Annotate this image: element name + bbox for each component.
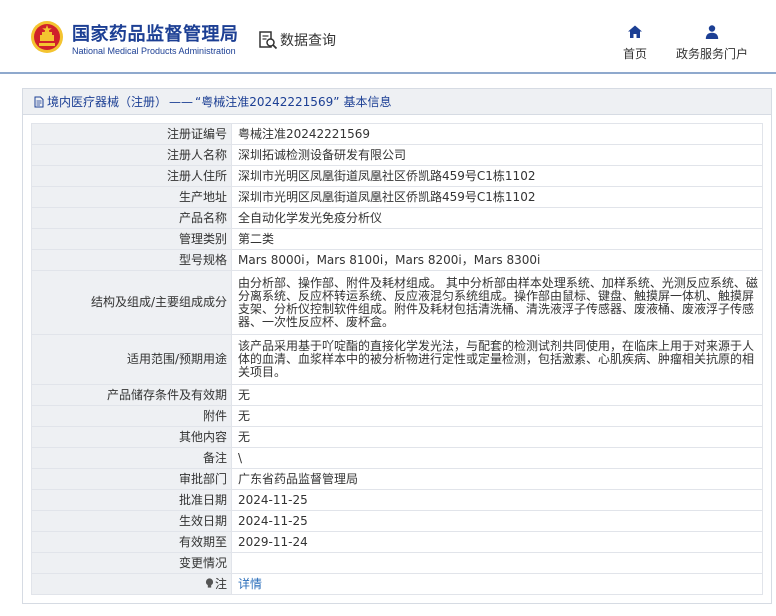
details-link[interactable]: 详情	[238, 577, 262, 591]
table-row: 注册人住所 深圳市光明区凤凰街道凤凰社区侨凯路459号C1栋1102	[31, 165, 763, 187]
table-row: 变更情况	[31, 552, 763, 574]
field-value: 深圳市光明区凤凰街道凤凰社区侨凯路459号C1栋1102	[231, 186, 763, 208]
table-row: 生产地址 深圳市光明区凤凰街道凤凰社区侨凯路459号C1栋1102	[31, 186, 763, 208]
breadcrumb-suffix: 基本信息	[343, 95, 392, 109]
field-value-cell: 详情	[231, 573, 763, 595]
field-label: 产品名称	[31, 207, 232, 229]
table-row: 有效期至 2029-11-24	[31, 531, 763, 553]
field-label: 注	[214, 576, 227, 591]
table-row: 备注 \	[31, 447, 763, 469]
table-row: 生效日期 2024-11-25	[31, 510, 763, 532]
field-value: 2029-11-24	[231, 531, 763, 553]
table-row: 其他内容 无	[31, 426, 763, 448]
field-label: 结构及组成/主要组成成分	[31, 270, 232, 335]
field-value: \	[231, 447, 763, 469]
field-label: 有效期至	[31, 531, 232, 553]
table-row: 注 详情	[31, 573, 763, 595]
field-label: 生产地址	[31, 186, 232, 208]
field-label: 生效日期	[31, 510, 232, 532]
nav-home[interactable]: 首页	[620, 24, 650, 62]
note-label-cell: 注	[31, 573, 232, 595]
field-label: 注册人名称	[31, 144, 232, 166]
field-label: 备注	[31, 447, 232, 469]
field-label: 批准日期	[31, 489, 232, 511]
data-query-link[interactable]: 数据查询	[258, 30, 336, 50]
field-label: 其他内容	[31, 426, 232, 448]
breadcrumb-category[interactable]: 境内医疗器械（注册）	[47, 93, 167, 110]
field-value: 由分析部、操作部、附件及耗材组成。 其中分析部由样本处理系统、加样系统、光测反应…	[231, 270, 763, 335]
table-row: 产品储存条件及有效期 无	[31, 384, 763, 406]
nav-home-label: 首页	[622, 47, 647, 61]
panel-breadcrumb: 境内医疗器械（注册） —— “粤械注准20242221569” 基本信息	[23, 89, 771, 115]
org-name-en: National Medical Products Administration	[72, 46, 236, 56]
field-value: 深圳市光明区凤凰街道凤凰社区侨凯路459号C1栋1102	[231, 165, 763, 187]
field-value	[231, 552, 763, 574]
registration-detail-table: 注册证编号 粤械注准20242221569 注册人名称 深圳拓诚检测设备研发有限…	[31, 123, 763, 595]
field-value: 广东省药品监督管理局	[231, 468, 763, 490]
detail-panel: 境内医疗器械（注册） —— “粤械注准20242221569” 基本信息 注册证…	[22, 88, 772, 604]
table-row: 结构及组成/主要组成成分 由分析部、操作部、附件及耗材组成。 其中分析部由样本处…	[31, 270, 763, 335]
document-icon	[34, 96, 44, 107]
org-name-cn: 国家药品监督管理局	[72, 24, 239, 45]
nav-service-portal[interactable]: 政务服务门户	[672, 24, 752, 62]
table-row: 注册证编号 粤械注准20242221569	[31, 123, 763, 145]
table-row: 注册人名称 深圳拓诚检测设备研发有限公司	[31, 144, 763, 166]
field-label: 附件	[31, 405, 232, 427]
field-value: 2024-11-25	[231, 489, 763, 511]
field-value: 深圳拓诚检测设备研发有限公司	[231, 144, 763, 166]
field-value: 无	[231, 405, 763, 427]
field-value: 全自动化学发光免疫分析仪	[231, 207, 763, 229]
field-label: 产品储存条件及有效期	[31, 384, 232, 406]
table-row: 产品名称 全自动化学发光免疫分析仪	[31, 207, 763, 229]
home-icon	[628, 25, 642, 38]
breadcrumb-record: “粤械注准20242221569”	[195, 95, 340, 109]
field-label: 适用范围/预期用途	[31, 334, 232, 385]
search-document-icon	[259, 31, 278, 50]
field-value: 该产品采用基于吖啶酯的直接化学发光法，与配套的检测试剂共同使用，在临床上用于对来…	[231, 334, 763, 385]
field-value: 无	[231, 384, 763, 406]
nav-portal-label: 政务服务门户	[675, 47, 748, 61]
table-row: 审批部门 广东省药品监督管理局	[31, 468, 763, 490]
data-query-label: 数据查询	[280, 33, 336, 49]
field-value: 第二类	[231, 228, 763, 250]
table-row: 附件 无	[31, 405, 763, 427]
user-icon	[705, 25, 719, 39]
field-value: Mars 8000i，Mars 8100i，Mars 8200i，Mars 83…	[231, 249, 763, 271]
site-header: 国家药品监督管理局 National Medical Products Admi…	[0, 0, 776, 74]
field-label: 注册人住所	[31, 165, 232, 187]
field-label: 审批部门	[31, 468, 232, 490]
field-label: 型号规格	[31, 249, 232, 271]
table-row: 型号规格 Mars 8000i，Mars 8100i，Mars 8200i，Ma…	[31, 249, 763, 271]
national-emblem-icon	[31, 21, 63, 53]
field-label: 注册证编号	[31, 123, 232, 145]
table-row: 批准日期 2024-11-25	[31, 489, 763, 511]
table-row: 适用范围/预期用途 该产品采用基于吖啶酯的直接化学发光法，与配套的检测试剂共同使…	[31, 334, 763, 385]
field-label: 变更情况	[31, 552, 232, 574]
field-value: 无	[231, 426, 763, 448]
field-label: 管理类别	[31, 228, 232, 250]
table-row: 管理类别 第二类	[31, 228, 763, 250]
breadcrumb-separator: ——	[169, 94, 194, 109]
field-value: 粤械注准20242221569	[231, 123, 763, 145]
field-value: 2024-11-25	[231, 510, 763, 532]
lightbulb-icon	[205, 577, 214, 588]
